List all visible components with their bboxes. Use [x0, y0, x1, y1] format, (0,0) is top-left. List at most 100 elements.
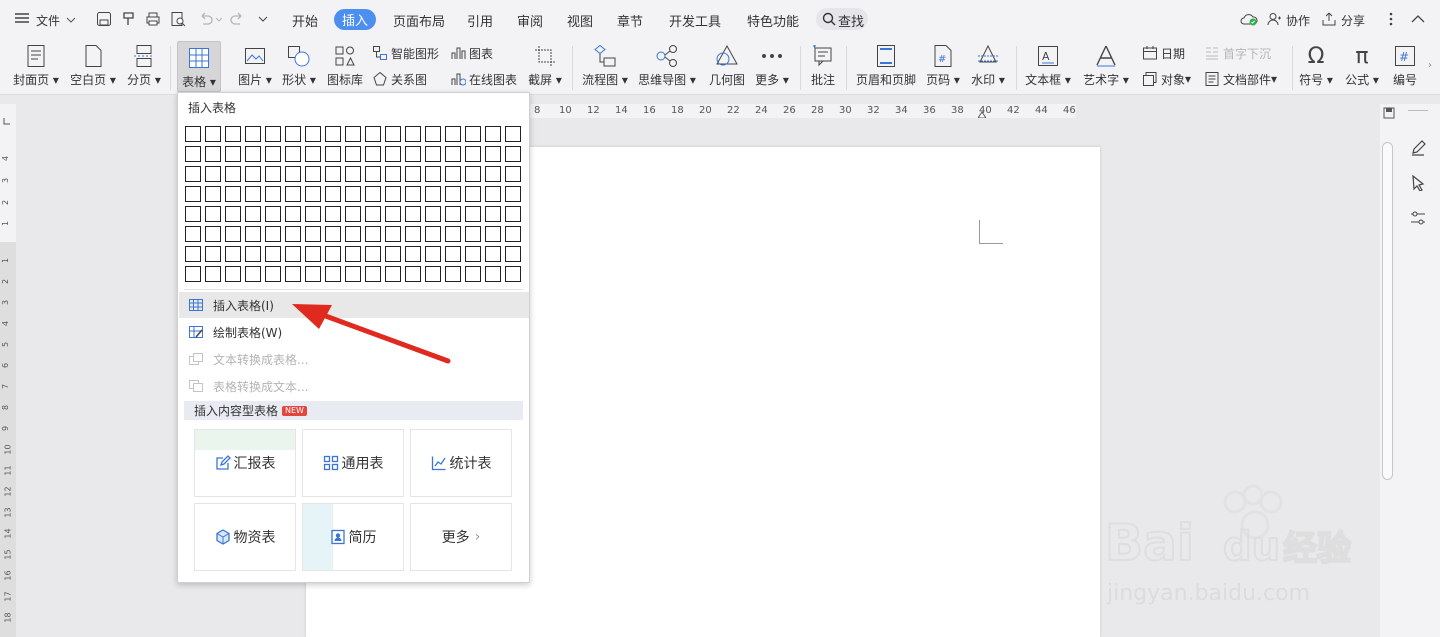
cloud-sync-icon[interactable] [1240, 12, 1258, 29]
settings-sliders-icon[interactable] [1410, 210, 1426, 229]
shapes-button[interactable]: 形状 ▾ [279, 40, 319, 92]
grid-cell[interactable] [485, 206, 501, 222]
more-options-icon[interactable] [1388, 11, 1394, 30]
grid-cell[interactable] [345, 146, 361, 162]
grid-cell[interactable] [485, 186, 501, 202]
grid-cell[interactable] [505, 126, 521, 142]
chevron-down-icon[interactable] [66, 13, 76, 27]
mindmap-button[interactable]: 思维导图 ▾ [638, 40, 696, 92]
grid-cell[interactable] [265, 146, 281, 162]
grid-cell[interactable] [445, 266, 461, 282]
grid-cell[interactable] [205, 126, 221, 142]
grid-cell[interactable] [285, 246, 301, 262]
textbox-button[interactable]: A 文本框 ▾ [1024, 40, 1072, 92]
grid-cell[interactable] [285, 226, 301, 242]
grid-cell[interactable] [465, 226, 481, 242]
grid-cell[interactable] [505, 186, 521, 202]
grid-cell[interactable] [445, 126, 461, 142]
grid-cell[interactable] [265, 166, 281, 182]
grid-cell[interactable] [265, 266, 281, 282]
grid-cell[interactable] [205, 246, 221, 262]
grid-cell[interactable] [385, 186, 401, 202]
grid-cell[interactable] [285, 146, 301, 162]
drop-cap-button[interactable]: 首字下沉 [1204, 43, 1271, 63]
doc-parts-button[interactable]: 文档部件 ▾ [1204, 69, 1277, 89]
file-menu[interactable]: 文件 [36, 12, 60, 29]
grid-cell[interactable] [505, 266, 521, 282]
geometry-button[interactable]: 几何图 [706, 40, 748, 92]
grid-cell[interactable] [465, 166, 481, 182]
grid-cell[interactable] [345, 266, 361, 282]
grid-cell[interactable] [305, 186, 321, 202]
cover-page-button[interactable]: 封面页 ▾ [10, 40, 62, 92]
tab-features[interactable]: 特色功能 [747, 11, 799, 30]
grid-cell[interactable] [445, 166, 461, 182]
grid-cell[interactable] [245, 266, 261, 282]
grid-cell[interactable] [385, 246, 401, 262]
share-button[interactable]: 分享 [1341, 12, 1365, 29]
numbering-button[interactable]: # 编号 [1388, 40, 1422, 92]
page-number-button[interactable]: # 页码 ▾ [924, 40, 962, 92]
grid-cell[interactable] [465, 246, 481, 262]
grid-cell[interactable] [285, 126, 301, 142]
relation-diagram-button[interactable]: 关系图 [372, 69, 427, 89]
grid-cell[interactable] [425, 126, 441, 142]
grid-cell[interactable] [185, 266, 201, 282]
undo-icon[interactable] [197, 11, 213, 30]
flowchart-button[interactable]: 流程图 ▾ [582, 40, 628, 92]
stats-table-card[interactable]: 统计表 [410, 429, 512, 497]
redo-icon[interactable] [230, 11, 246, 30]
comment-button[interactable]: 批注 [806, 40, 840, 92]
grid-cell[interactable] [425, 166, 441, 182]
grid-cell[interactable] [425, 246, 441, 262]
search-label[interactable]: 查找 [838, 11, 864, 30]
tab-section[interactable]: 章节 [617, 11, 643, 30]
general-table-card[interactable]: 通用表 [302, 429, 404, 497]
grid-cell[interactable] [485, 166, 501, 182]
chart-button[interactable]: 图表 [450, 43, 493, 63]
header-footer-button[interactable]: 页眉和页脚 [854, 40, 918, 92]
grid-cell[interactable] [205, 206, 221, 222]
grid-cell[interactable] [245, 166, 261, 182]
grid-cell[interactable] [265, 206, 281, 222]
grid-cell[interactable] [485, 246, 501, 262]
grid-cell[interactable] [325, 186, 341, 202]
screenshot-button[interactable]: 截屏 ▾ [526, 40, 564, 92]
grid-cell[interactable] [345, 206, 361, 222]
grid-cell[interactable] [445, 226, 461, 242]
grid-cell[interactable] [405, 186, 421, 202]
grid-cell[interactable] [445, 206, 461, 222]
online-chart-button[interactable]: 在线图表 [450, 69, 517, 89]
grid-cell[interactable] [245, 146, 261, 162]
grid-cell[interactable] [305, 166, 321, 182]
grid-cell[interactable] [325, 166, 341, 182]
grid-cell[interactable] [445, 246, 461, 262]
grid-cell[interactable] [265, 246, 281, 262]
grid-cell[interactable] [365, 146, 381, 162]
tab-page-layout[interactable]: 页面布局 [393, 11, 445, 30]
grid-cell[interactable] [465, 126, 481, 142]
grid-cell[interactable] [305, 246, 321, 262]
edit-pen-icon[interactable] [1410, 140, 1426, 159]
grid-cell[interactable] [265, 186, 281, 202]
grid-cell[interactable] [505, 146, 521, 162]
grid-cell[interactable] [485, 266, 501, 282]
grid-cell[interactable] [405, 146, 421, 162]
icon-library-button[interactable]: 图标库 [324, 40, 366, 92]
grid-cell[interactable] [245, 206, 261, 222]
grid-cell[interactable] [465, 206, 481, 222]
grid-cell[interactable] [325, 266, 341, 282]
vertical-scrollbar[interactable] [1382, 142, 1393, 480]
tab-stop-icon[interactable] [3, 114, 11, 128]
page-break-button[interactable]: 分页 ▾ [124, 40, 164, 92]
blank-page-button[interactable]: 空白页 ▾ [68, 40, 118, 92]
resume-card[interactable]: 简历 [302, 503, 404, 571]
grid-cell[interactable] [185, 126, 201, 142]
formula-button[interactable]: π 公式 ▾ [1342, 40, 1382, 92]
grid-cell[interactable] [385, 266, 401, 282]
grid-cell[interactable] [425, 146, 441, 162]
select-pointer-icon[interactable] [1411, 174, 1425, 194]
save-icon[interactable] [96, 11, 112, 30]
grid-cell[interactable] [185, 206, 201, 222]
grid-cell[interactable] [405, 126, 421, 142]
